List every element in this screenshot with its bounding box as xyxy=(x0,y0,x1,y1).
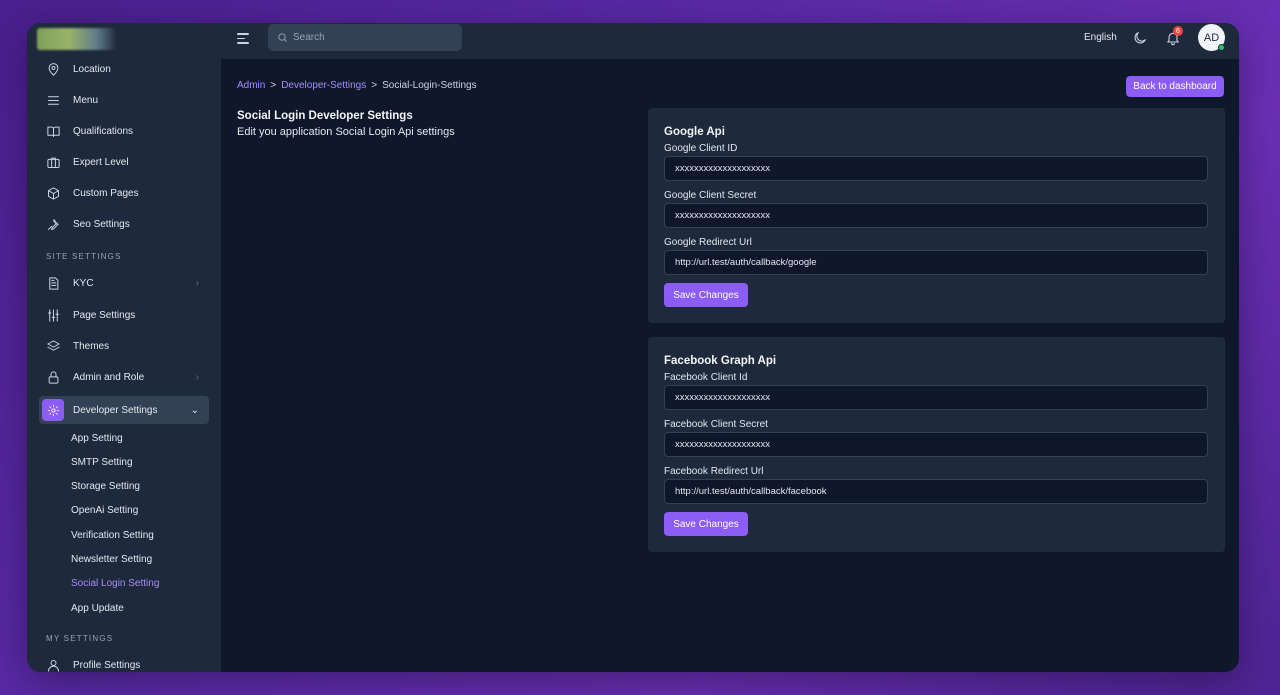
book-icon xyxy=(45,123,61,139)
google-redirect-url-label: Google Redirect Url xyxy=(664,237,752,248)
back-to-dashboard-button[interactable]: Back to dashboard xyxy=(1126,76,1224,97)
moon-icon[interactable] xyxy=(1132,30,1148,46)
cube-icon xyxy=(45,185,61,201)
sidebar-subitem-newsletter-setting[interactable]: Newsletter Setting xyxy=(71,554,152,565)
sidebar-subitem-social-login-setting[interactable]: Social Login Setting xyxy=(71,578,159,589)
card-title: Facebook Graph Api xyxy=(664,355,777,367)
sidebar-item-label: Custom Pages xyxy=(73,187,139,199)
facebook-redirect-url-field[interactable] xyxy=(664,479,1208,504)
google-api-card: Google Api Google Client ID Google Clien… xyxy=(648,108,1225,323)
sidebar-item-qualifications[interactable]: Qualifications xyxy=(39,117,209,145)
facebook-api-card: Facebook Graph Api Facebook Client Id Fa… xyxy=(648,337,1225,552)
sidebar-item-menu[interactable]: Menu xyxy=(39,86,209,114)
sidebar-item-page-settings[interactable]: Page Settings xyxy=(39,301,209,329)
hamburger-menu-icon[interactable] xyxy=(237,33,251,47)
facebook-client-id-label: Facebook Client Id xyxy=(664,372,748,383)
search-input[interactable] xyxy=(293,32,443,43)
google-client-secret-field[interactable] xyxy=(664,203,1208,228)
sidebar-item-label: Menu xyxy=(73,94,99,106)
sidebar-item-label: Page Settings xyxy=(73,309,136,321)
gear-icon xyxy=(42,399,64,421)
sidebar-item-themes[interactable]: Themes xyxy=(39,332,209,360)
page-title: Social Login Developer Settings xyxy=(237,110,413,122)
sidebar-subitem-openai-setting[interactable]: OpenAi Setting xyxy=(71,505,138,516)
section-title-site-settings: SITE SETTINGS xyxy=(46,252,122,261)
search-icon xyxy=(278,33,287,42)
google-save-button[interactable]: Save Changes xyxy=(664,283,748,307)
online-status-dot xyxy=(1218,44,1225,51)
breadcrumb-separator: > xyxy=(270,80,277,91)
sidebar-item-profile-settings[interactable]: Profile Settings xyxy=(39,651,209,672)
sidebar-item-label: Developer Settings xyxy=(73,404,158,416)
sidebar-item-label: Admin and Role xyxy=(73,371,145,383)
sidebar-subitem-verification-setting[interactable]: Verification Setting xyxy=(71,530,154,541)
sidebar-item-admin-and-role[interactable]: Admin and Role › xyxy=(39,363,209,391)
breadcrumb-developer-settings[interactable]: Developer-Settings xyxy=(281,80,366,91)
google-client-id-field[interactable] xyxy=(664,156,1208,181)
page-subtitle: Edit you application Social Login Api se… xyxy=(237,126,455,138)
sidebar-item-developer-settings[interactable]: Developer Settings ⌄ xyxy=(39,396,209,424)
google-client-id-label: Google Client ID xyxy=(664,143,738,154)
search-box[interactable] xyxy=(268,24,462,51)
wrench-icon xyxy=(45,216,61,232)
sidebar-subitem-storage-setting[interactable]: Storage Setting xyxy=(71,481,140,492)
logo[interactable] xyxy=(37,28,117,50)
sidebar-subitem-app-update[interactable]: App Update xyxy=(71,603,124,614)
user-icon xyxy=(45,657,61,672)
app-window: Location Menu Qualifications Expert Leve… xyxy=(27,23,1239,672)
sidebar-item-expert-level[interactable]: Expert Level xyxy=(39,148,209,176)
sidebar-item-custom-pages[interactable]: Custom Pages xyxy=(39,179,209,207)
sidebar-item-label: Profile Settings xyxy=(73,659,141,671)
document-icon xyxy=(45,275,61,291)
sidebar-item-label: Themes xyxy=(73,340,110,352)
chevron-right-icon: › xyxy=(195,371,199,383)
sliders-icon xyxy=(45,307,61,323)
sidebar-item-label: KYC xyxy=(73,277,94,289)
sidebar: Location Menu Qualifications Expert Leve… xyxy=(27,23,221,672)
layers-icon xyxy=(45,338,61,354)
notification-badge: 6 xyxy=(1173,26,1183,36)
topbar: English 6 AD xyxy=(221,23,1239,59)
facebook-client-secret-label: Facebook Client Secret xyxy=(664,419,768,430)
sidebar-item-label: Location xyxy=(73,63,111,75)
facebook-redirect-url-label: Facebook Redirect Url xyxy=(664,466,764,477)
briefcase-icon xyxy=(45,154,61,170)
sidebar-item-kyc[interactable]: KYC › xyxy=(39,269,209,297)
breadcrumb-current: Social-Login-Settings xyxy=(382,80,477,91)
breadcrumb-separator: > xyxy=(371,80,378,91)
facebook-save-button[interactable]: Save Changes xyxy=(664,512,748,536)
google-client-secret-label: Google Client Secret xyxy=(664,190,757,201)
map-pin-icon xyxy=(45,61,61,77)
language-selector[interactable]: English xyxy=(1084,32,1117,43)
facebook-client-secret-field[interactable] xyxy=(664,432,1208,457)
card-title: Google Api xyxy=(664,126,725,138)
sidebar-item-label: Seo Settings xyxy=(73,218,130,230)
facebook-client-id-field[interactable] xyxy=(664,385,1208,410)
breadcrumb-admin[interactable]: Admin xyxy=(237,80,265,91)
section-title-my-settings: MY SETTINGS xyxy=(46,634,114,643)
sidebar-subitem-app-setting[interactable]: App Setting xyxy=(71,433,123,444)
chevron-down-icon: ⌄ xyxy=(190,404,199,416)
menu-icon xyxy=(45,92,61,108)
breadcrumb: Admin > Developer-Settings > Social-Logi… xyxy=(237,80,477,91)
sidebar-item-location[interactable]: Location xyxy=(39,55,209,83)
google-redirect-url-field[interactable] xyxy=(664,250,1208,275)
sidebar-item-label: Qualifications xyxy=(73,125,134,137)
sidebar-item-seo-settings[interactable]: Seo Settings xyxy=(39,210,209,238)
sidebar-item-label: Expert Level xyxy=(73,156,129,168)
lock-icon xyxy=(45,369,61,385)
chevron-right-icon: › xyxy=(195,277,199,289)
sidebar-subitem-smtp-setting[interactable]: SMTP Setting xyxy=(71,457,133,468)
